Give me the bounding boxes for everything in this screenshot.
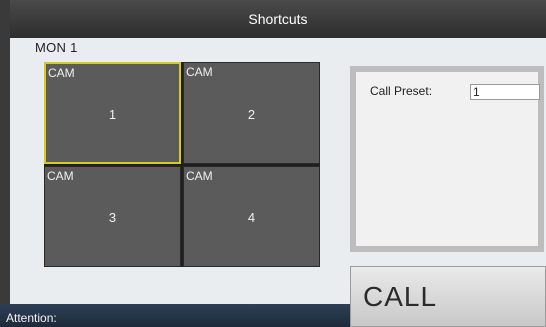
- camera-cell-1[interactable]: CAM 1: [44, 62, 181, 164]
- camera-number: 2: [247, 106, 256, 122]
- camera-cell-4[interactable]: CAM 4: [183, 165, 320, 267]
- attention-bar: Attention:: [0, 304, 350, 327]
- title-bar: Shortcuts: [10, 0, 546, 38]
- monitor-label: MON 1: [35, 40, 78, 55]
- camera-grid: CAM 1 CAM 2 CAM 3 CAM 4: [44, 62, 320, 267]
- preset-input[interactable]: [470, 84, 540, 100]
- preset-panel-inner: Call Preset:: [356, 72, 540, 246]
- window-title: Shortcuts: [248, 11, 308, 27]
- camera-label: CAM: [48, 66, 75, 80]
- camera-label: CAM: [47, 168, 74, 183]
- camera-label: CAM: [186, 65, 213, 79]
- camera-number: 3: [108, 210, 117, 226]
- preset-panel: Call Preset:: [350, 66, 544, 252]
- call-button[interactable]: CALL: [350, 266, 546, 327]
- preset-label: Call Preset:: [370, 84, 433, 98]
- camera-cell-2[interactable]: CAM 2: [183, 62, 320, 164]
- attention-label: Attention:: [6, 311, 57, 325]
- camera-label: CAM: [186, 168, 213, 183]
- camera-cell-3[interactable]: CAM 3: [44, 165, 181, 267]
- call-button-label: CALL: [363, 280, 438, 312]
- camera-number: 4: [247, 210, 256, 226]
- camera-number: 1: [108, 106, 117, 122]
